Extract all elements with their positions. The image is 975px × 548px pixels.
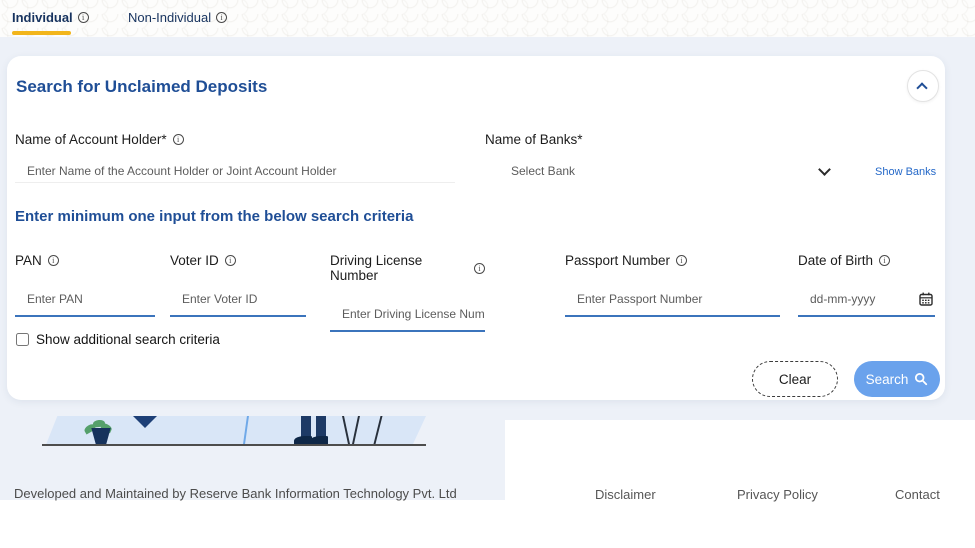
banks-label-text: Name of Banks* [485, 132, 583, 147]
banks-label: Name of Banks* [485, 132, 583, 147]
passport-field: Passport Number [565, 253, 780, 317]
card-title: Search for Unclaimed Deposits [16, 77, 268, 96]
info-icon[interactable] [879, 255, 891, 266]
contact-link[interactable]: Contact [895, 487, 940, 502]
date-of-birth-input[interactable] [798, 292, 919, 306]
chevron-down-icon[interactable] [818, 162, 831, 176]
info-icon[interactable] [216, 12, 228, 23]
info-icon[interactable] [47, 255, 59, 266]
driving-license-input-underline [330, 307, 485, 332]
info-icon[interactable] [172, 134, 184, 145]
voter-id-field: Voter ID [170, 253, 306, 317]
criteria-heading: Enter minimum one input from the below s… [15, 208, 414, 225]
additional-criteria-label[interactable]: Show additional search criteria [36, 332, 220, 347]
clear-button[interactable]: Clear [752, 361, 838, 397]
tab-individual-label: Individual [12, 10, 73, 25]
pan-label: PAN [15, 253, 155, 268]
person-leg [301, 416, 311, 437]
driving-license-field: Driving License Number [330, 253, 485, 332]
person-shoe [310, 436, 328, 444]
show-banks-link[interactable]: Show Banks [875, 166, 936, 178]
collapse-button[interactable] [907, 70, 939, 102]
disclaimer-link[interactable]: Disclaimer [595, 487, 656, 502]
pan-input-underline [15, 292, 155, 317]
tab-non-individual-label: Non-Individual [128, 10, 212, 25]
date-of-birth-label: Date of Birth [798, 253, 935, 268]
pan-input[interactable] [15, 292, 155, 306]
voter-id-input[interactable] [170, 292, 306, 306]
developed-by-text: Developed and Maintained by Reserve Bank… [14, 486, 457, 501]
calendar-icon[interactable] [919, 292, 933, 306]
voter-id-input-underline [170, 292, 306, 317]
illustration-triangle [133, 416, 157, 428]
search-card: Search for Unclaimed Deposits Name of Ac… [7, 56, 945, 400]
search-icon [914, 372, 928, 386]
active-tab-underline [12, 31, 71, 35]
date-of-birth-field: Date of Birth [798, 253, 935, 317]
ground-line [42, 444, 426, 446]
chevron-up-icon [916, 82, 928, 94]
info-icon[interactable] [77, 12, 89, 23]
driving-license-input[interactable] [330, 307, 485, 321]
search-button[interactable]: Search [854, 361, 940, 397]
footer-bottom-strip [0, 500, 975, 548]
driving-license-label: Driving License Number [330, 253, 485, 283]
info-icon[interactable] [676, 255, 688, 266]
search-button-label: Search [865, 371, 909, 387]
passport-input-underline [565, 292, 780, 317]
additional-criteria-checkbox[interactable] [16, 333, 29, 346]
info-icon[interactable] [474, 262, 485, 274]
bank-select-placeholder: Select Bank [511, 164, 576, 178]
additional-criteria-row[interactable]: Show additional search criteria [16, 332, 220, 347]
account-holder-label: Name of Account Holder* [15, 132, 184, 147]
info-icon[interactable] [224, 255, 236, 266]
account-holder-label-text: Name of Account Holder* [15, 132, 167, 147]
privacy-policy-link[interactable]: Privacy Policy [737, 487, 818, 502]
voter-id-label: Voter ID [170, 253, 306, 268]
bank-select[interactable]: Select Bank [485, 159, 837, 183]
date-of-birth-input-underline [798, 292, 935, 317]
tab-individual[interactable]: Individual [12, 10, 89, 25]
tab-non-individual[interactable]: Non-Individual [128, 10, 228, 25]
passport-label: Passport Number [565, 253, 780, 268]
person-leg [316, 416, 326, 437]
illustration [42, 416, 426, 446]
passport-input[interactable] [565, 292, 780, 306]
account-holder-input[interactable] [15, 159, 455, 183]
pan-field: PAN [15, 253, 155, 317]
